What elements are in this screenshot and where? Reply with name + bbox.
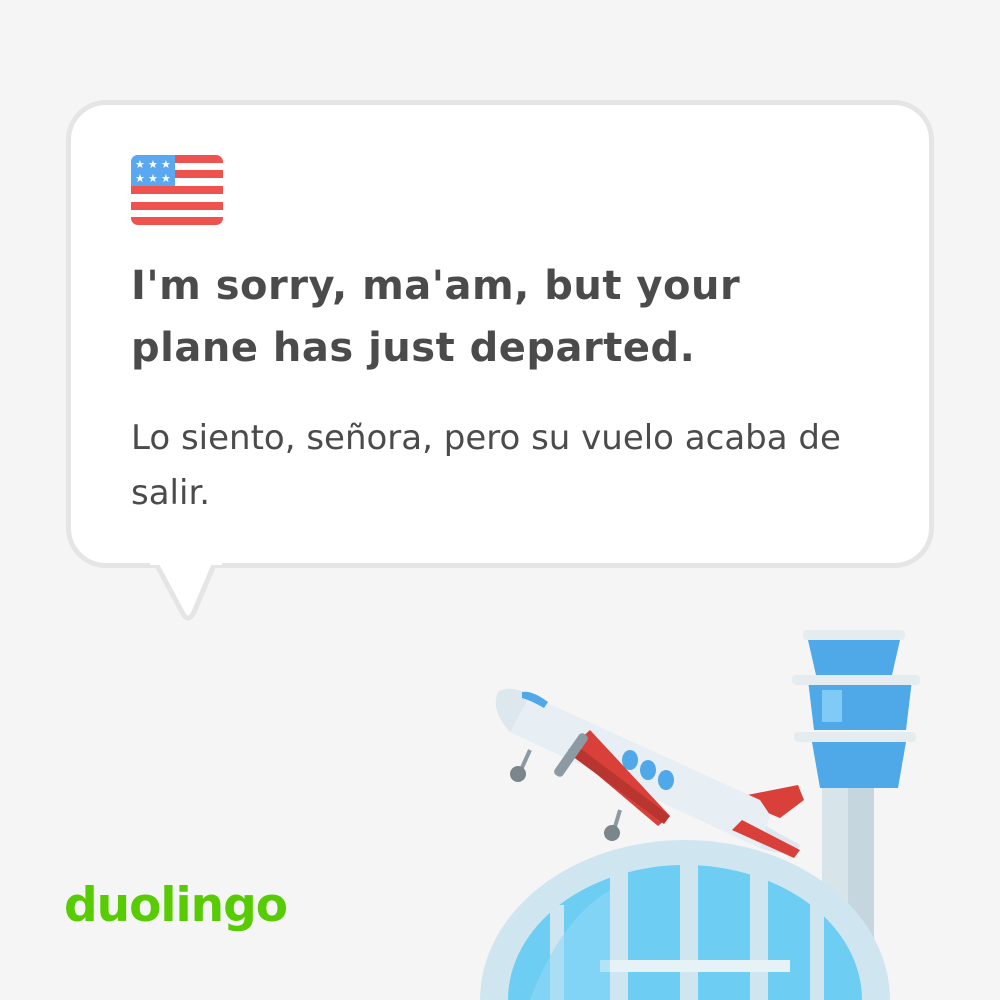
svg-text:★: ★ [135,158,145,171]
svg-text:★: ★ [161,158,171,171]
airport-illustration [480,630,920,1000]
speech-bubble: ★ ★ ★ ★ ★ ★ I'm sorry, ma'am, but your plane… [66,100,934,568]
us-flag-icon: ★ ★ ★ ★ ★ ★ [131,155,223,225]
speech-bubble-tail [150,560,222,621]
airplane-icon [495,688,804,858]
svg-text:★: ★ [161,172,171,185]
duolingo-logo: duolingo [64,878,288,933]
svg-text:★: ★ [135,172,145,185]
svg-text:★: ★ [148,158,158,171]
svg-text:★: ★ [148,172,158,185]
english-sentence: I'm sorry, ma'am, but your plane has jus… [131,263,741,371]
spanish-translation: Lo siento, señora, pero su vuelo acaba d… [131,418,841,513]
